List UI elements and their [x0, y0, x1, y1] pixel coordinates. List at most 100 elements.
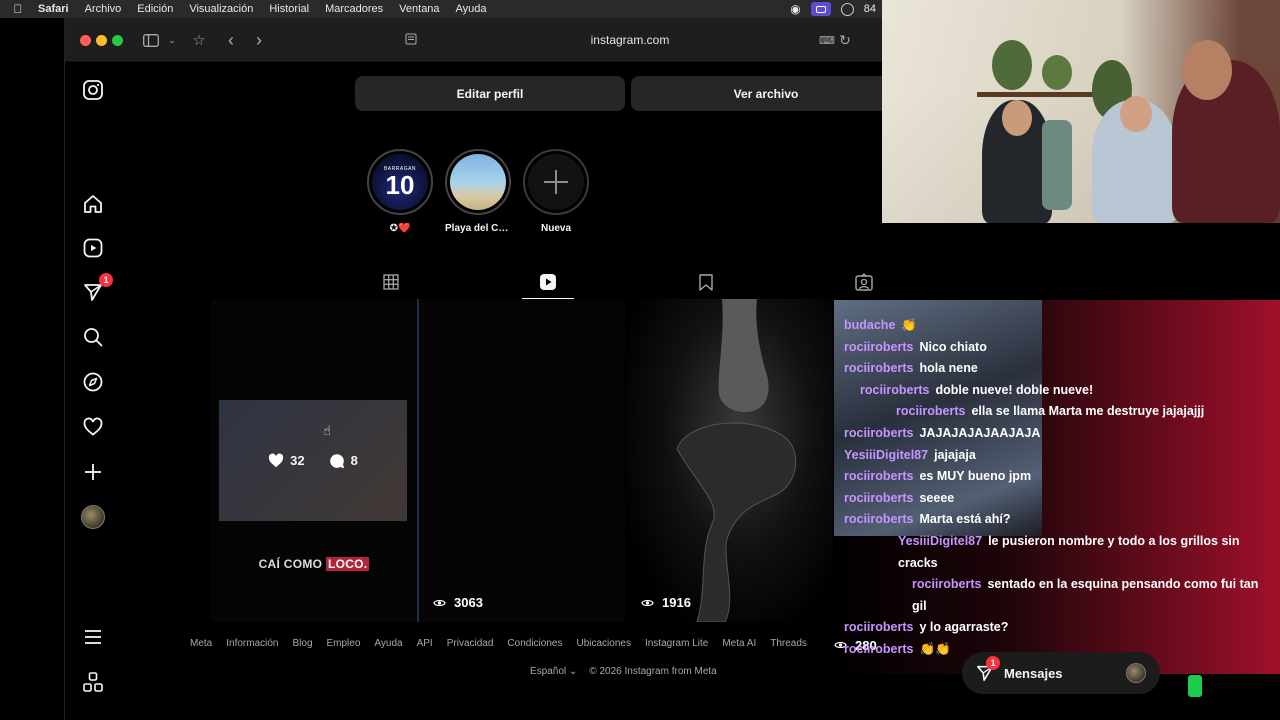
footer-link[interactable]: Threads — [770, 638, 807, 649]
mouse-cursor-icon: ☝ — [323, 423, 331, 438]
tab-saved-bookmark-icon[interactable] — [696, 272, 716, 292]
create-icon[interactable] — [81, 460, 105, 484]
menu-app[interactable]: Safari — [30, 3, 77, 15]
footer-link[interactable]: Ayuda — [374, 638, 402, 649]
chat-username: rociiroberts — [844, 490, 914, 505]
menu-ayuda[interactable]: Ayuda — [448, 3, 495, 15]
reel-caption-text: CAÍ COMO — [258, 557, 323, 571]
reel-tile[interactable]: 32 8 ☝ CAÍ COMO LOCO. — [211, 299, 417, 622]
also-from-meta-icon[interactable] — [81, 670, 105, 694]
chat-message: rociiroberts sentado en la esquina pensan… — [844, 574, 1276, 617]
footer-link[interactable]: Condiciones — [507, 638, 562, 649]
chat-text: 👏👏 — [919, 641, 951, 656]
chat-text: JAJAJAJAJAAJAJA — [919, 425, 1041, 440]
menu-ventana[interactable]: Ventana — [391, 3, 447, 15]
macos-menu-bar:  Safari Archivo Edición Visualización H… — [0, 0, 882, 18]
instagram-sidebar: 1 — [65, 62, 121, 720]
chat-message: YesiiiDigitel87 le pusieron nombre y todo… — [844, 531, 1276, 574]
reel-tile[interactable]: 1916 — [627, 299, 833, 622]
menu-edicion[interactable]: Edición — [129, 3, 181, 15]
reel-hover-overlay: 32 8 — [219, 400, 407, 521]
chat-text: y lo agarraste? — [919, 620, 1009, 635]
forward-icon[interactable]: › — [249, 30, 269, 50]
highlight-cover — [450, 154, 506, 210]
message-avatar — [1126, 663, 1146, 683]
footer-link[interactable]: API — [417, 638, 433, 649]
footer-link[interactable]: Información — [226, 638, 278, 649]
apple-icon[interactable]:  — [0, 2, 30, 16]
thermos — [1042, 120, 1072, 210]
chat-message: YesiiiDigitel87 jajajaja — [844, 445, 1274, 467]
likes-count: 32 — [290, 453, 305, 468]
menu-archivo[interactable]: Archivo — [77, 3, 130, 15]
chat-username: budache — [844, 318, 896, 332]
plant — [1042, 55, 1072, 90]
footer-link[interactable]: Empleo — [327, 638, 361, 649]
footer-meta: Español ⌄ © 2026 Instagram from Meta — [530, 666, 717, 677]
reels-icon[interactable] — [81, 236, 105, 260]
snake-foot-image — [676, 299, 797, 622]
view-archive-button[interactable]: Ver archivo — [631, 76, 901, 111]
star-icon[interactable]: ☆ — [189, 30, 209, 50]
chat-text: hola nene — [919, 361, 978, 376]
footer-link[interactable]: Ubicaciones — [576, 638, 630, 649]
tab-reels-icon[interactable] — [538, 272, 558, 292]
home-icon[interactable] — [81, 192, 105, 216]
comments-count: 8 — [350, 453, 358, 468]
browser-toolbar: ⌄ ☆ ‹ › instagram.com ⌨ ↻ — [65, 18, 882, 62]
highlight-label: Playa del Ca... — [445, 223, 511, 234]
chat-message: budache 👏 — [844, 315, 1274, 337]
zoom-window-button[interactable] — [112, 35, 123, 46]
play-status-icon[interactable] — [840, 2, 854, 16]
chat-text: Nico chiato — [919, 339, 987, 354]
footer-link[interactable]: Blog — [292, 638, 312, 649]
view-count: 3063 — [454, 595, 483, 610]
chat-username: rociiroberts — [844, 641, 914, 656]
tab-posts-grid-icon[interactable] — [381, 272, 401, 292]
back-icon[interactable]: ‹ — [221, 30, 241, 50]
new-highlight-button[interactable]: Nueva — [523, 149, 589, 234]
footer-link[interactable]: Meta AI — [722, 638, 756, 649]
highlight-item[interactable]: Playa del Ca... — [445, 149, 511, 234]
chat-message: rociiroberts Marta está ahí? — [844, 509, 1274, 531]
chat-username: rociiroberts — [844, 361, 914, 376]
reel-tile[interactable]: 3063 — [419, 299, 625, 622]
menu-marcadores[interactable]: Marcadores — [317, 3, 391, 15]
address-bar[interactable]: instagram.com — [405, 28, 855, 52]
language-select[interactable]: Español ⌄ — [530, 666, 577, 677]
chat-text: Marta está ahí? — [919, 512, 1011, 527]
highlight-item[interactable]: BARRAGAN 10 ✪❤️ — [367, 149, 433, 234]
footer-link[interactable]: Privacidad — [447, 638, 494, 649]
shelf — [977, 92, 1107, 97]
copyright: © 2026 Instagram from Meta — [589, 666, 717, 677]
status-globe-icon[interactable]: ◉ — [790, 2, 800, 16]
edit-profile-button[interactable]: Editar perfil — [355, 76, 625, 111]
heart-icon[interactable] — [81, 415, 105, 439]
screen-record-icon[interactable] — [810, 2, 831, 16]
explore-icon[interactable] — [81, 370, 105, 394]
sidebar-toggle-icon[interactable] — [141, 30, 161, 50]
tab-tagged-icon[interactable] — [854, 272, 874, 292]
close-window-button[interactable] — [80, 35, 91, 46]
chat-text: es MUY bueno jpm — [919, 469, 1032, 484]
search-icon[interactable] — [81, 325, 105, 349]
minimize-window-button[interactable] — [96, 35, 107, 46]
chevron-down-icon: ⌄ — [568, 666, 578, 677]
heart-filled-icon — [268, 453, 284, 468]
reload-icon[interactable]: ↻ — [835, 30, 855, 50]
chat-message: rociiroberts hola nene — [844, 358, 1274, 380]
notification-badge: 1 — [99, 273, 113, 287]
more-menu-icon[interactable] — [81, 625, 105, 649]
footer-link[interactable]: Meta — [190, 638, 212, 649]
menu-historial[interactable]: Historial — [261, 3, 317, 15]
messages-button[interactable]: 1 Mensajes — [962, 652, 1160, 694]
menu-visualizacion[interactable]: Visualización — [181, 3, 261, 15]
plus-icon — [528, 154, 584, 210]
chevron-down-icon[interactable]: ⌄ — [162, 30, 182, 50]
chat-text: jajajaja — [934, 447, 976, 462]
translate-icon[interactable]: ⌨ — [817, 30, 837, 50]
profile-avatar[interactable] — [81, 505, 105, 529]
instagram-logo-icon[interactable] — [81, 78, 105, 102]
direct-messages-icon[interactable]: 1 — [81, 273, 113, 304]
footer-link[interactable]: Instagram Lite — [645, 638, 708, 649]
